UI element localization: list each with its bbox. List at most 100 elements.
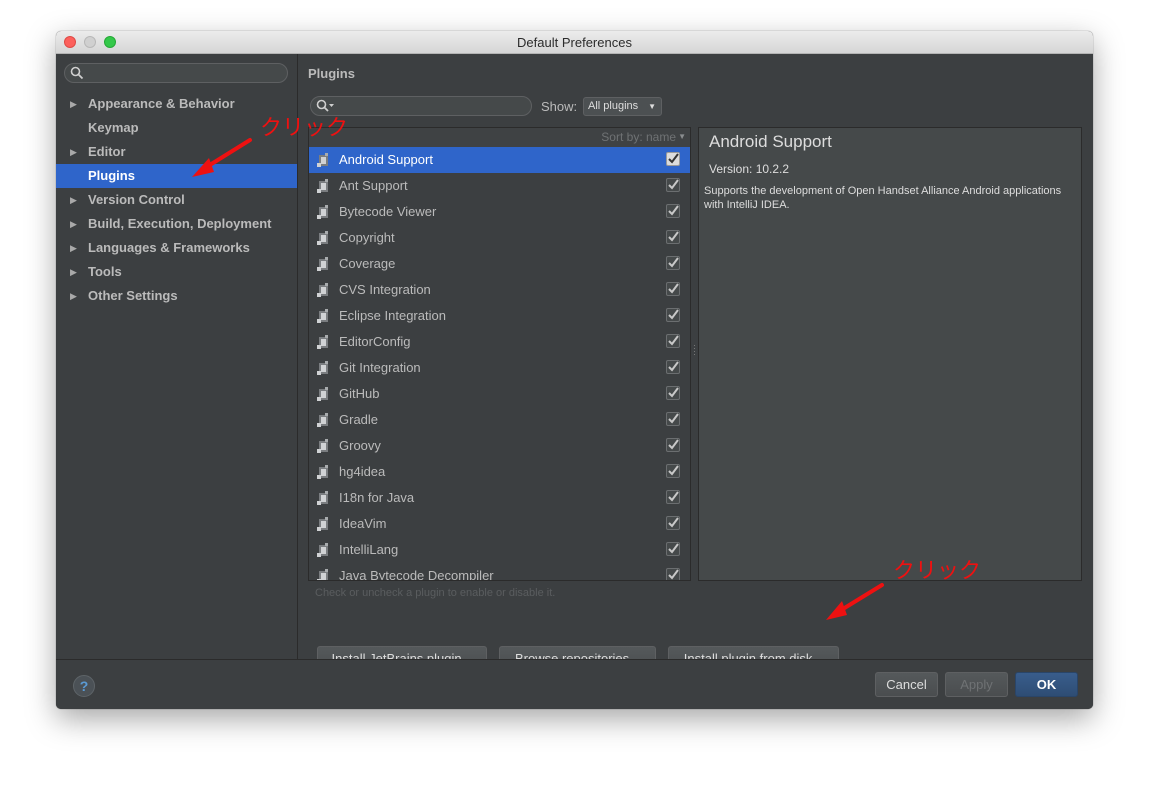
plugin-row[interactable]: Coverage	[309, 251, 690, 277]
plugin-row[interactable]: hg4idea	[309, 459, 690, 485]
sidebar-item-build-execution-deployment[interactable]: ▶ Build, Execution, Deployment	[56, 212, 297, 236]
chevron-down-icon: ▼	[678, 132, 686, 141]
sidebar-item-label: Languages & Frameworks	[88, 240, 250, 255]
plugin-row[interactable]: Groovy	[309, 433, 690, 459]
search-icon	[70, 66, 84, 80]
expand-arrow-icon[interactable]: ▶	[70, 140, 77, 164]
plugin-name: IntelliLang	[339, 542, 399, 557]
plugin-row[interactable]: Gradle	[309, 407, 690, 433]
show-label: Show:	[541, 99, 578, 114]
splitter-handle[interactable]	[693, 344, 696, 358]
expand-arrow-icon[interactable]: ▶	[70, 92, 77, 116]
plugin-details: Android Support Version: 10.2.2 Supports…	[698, 127, 1082, 581]
apply-button[interactable]: Apply	[945, 672, 1008, 697]
plugin-name: Git Integration	[339, 360, 421, 375]
plugin-name: Coverage	[339, 256, 396, 271]
expand-arrow-icon[interactable]: ▶	[70, 284, 77, 308]
expand-arrow-icon[interactable]: ▶	[70, 212, 77, 236]
plugin-row[interactable]: I18n for Java	[309, 485, 690, 511]
plugin-name: Ant Support	[339, 178, 408, 193]
sidebar-item-languages-frameworks[interactable]: ▶ Languages & Frameworks	[56, 236, 297, 260]
plugin-name: Gradle	[339, 412, 379, 427]
plugin-enable-checkbox[interactable]	[666, 152, 680, 166]
plugin-enable-checkbox[interactable]	[666, 542, 680, 556]
plugin-version: Version: 10.2.2	[709, 162, 790, 176]
sidebar-item-label: Version Control	[88, 192, 185, 207]
plugin-row[interactable]: Android Support	[309, 147, 690, 173]
plugin-enable-checkbox[interactable]	[666, 386, 680, 400]
plugin-name: Android Support	[339, 152, 433, 167]
plugin-row[interactable]: CVS Integration	[309, 277, 690, 303]
sort-label: Sort by: name	[601, 130, 676, 144]
sidebar-item-label: Other Settings	[88, 288, 178, 303]
plugin-enable-checkbox[interactable]	[666, 438, 680, 452]
sidebar-item-tools[interactable]: ▶ Tools	[56, 260, 297, 284]
plugin-row[interactable]: Git Integration	[309, 355, 690, 381]
plugin-enable-checkbox[interactable]	[666, 412, 680, 426]
plugin-enable-checkbox[interactable]	[666, 230, 680, 244]
sidebar-item-label: Keymap	[88, 120, 139, 135]
plugin-name: IdeaVim	[339, 516, 387, 531]
plugin-name: CVS Integration	[339, 282, 431, 297]
plugin-enable-checkbox[interactable]	[666, 178, 680, 192]
plugin-enable-checkbox[interactable]	[666, 516, 680, 530]
plugin-row[interactable]: Bytecode Viewer	[309, 199, 690, 225]
ok-button[interactable]: OK	[1015, 672, 1078, 697]
chevron-down-icon: ▼	[648, 102, 656, 111]
plugin-enable-checkbox[interactable]	[666, 204, 680, 218]
plugin-row[interactable]: Ant Support	[309, 173, 690, 199]
expand-arrow-icon[interactable]: ▶	[70, 236, 77, 260]
plugin-row[interactable]: Eclipse Integration	[309, 303, 690, 329]
plugin-row[interactable]: IdeaVim	[309, 511, 690, 537]
plugin-row[interactable]: GitHub	[309, 381, 690, 407]
plugin-enable-checkbox[interactable]	[666, 308, 680, 322]
plugin-enable-checkbox[interactable]	[666, 490, 680, 504]
sort-header[interactable]: Sort by: name ▼	[309, 128, 690, 147]
sidebar-item-label: Tools	[88, 264, 122, 279]
plugin-enable-checkbox[interactable]	[666, 334, 680, 348]
plugin-name: Eclipse Integration	[339, 308, 446, 323]
plugin-name: Bytecode Viewer	[339, 204, 437, 219]
sidebar-item-label: Plugins	[88, 168, 135, 183]
expand-arrow-icon[interactable]: ▶	[70, 188, 77, 212]
settings-sidebar: ▶ Appearance & Behavior Keymap ▶ Editor Plugi…	[56, 54, 298, 659]
expand-arrow-icon[interactable]: ▶	[70, 260, 77, 284]
plugin-enable-checkbox[interactable]	[666, 360, 680, 374]
plugin-name: Copyright	[339, 230, 395, 245]
plugin-description: Supports the development of Open Handset…	[704, 185, 1062, 211]
sidebar-item-plugins[interactable]: Plugins	[56, 164, 297, 188]
cancel-button[interactable]: Cancel	[875, 672, 938, 697]
plugin-list: Sort by: name ▼ Android Support Ant Suppo…	[308, 127, 691, 581]
plugin-hint: Check or uncheck a plugin to enable or d…	[315, 587, 556, 599]
plugin-name: I18n for Java	[339, 490, 415, 505]
sidebar-item-version-control[interactable]: ▶ Version Control	[56, 188, 297, 212]
plugin-enable-checkbox[interactable]	[666, 282, 680, 296]
plugin-enable-checkbox[interactable]	[666, 464, 680, 478]
plugin-enable-checkbox[interactable]	[666, 256, 680, 270]
plugin-name: Groovy	[339, 438, 381, 453]
help-button[interactable]: ?	[73, 675, 95, 697]
plugin-row[interactable]: Copyright	[309, 225, 690, 251]
plugin-enable-checkbox[interactable]	[666, 568, 680, 580]
window-title: Default Preferences	[517, 35, 632, 50]
dialog-footer: ? Cancel Apply OK	[56, 659, 1093, 709]
sidebar-item-label: Build, Execution, Deployment	[88, 216, 272, 231]
sidebar-item-other-settings[interactable]: ▶ Other Settings	[56, 284, 297, 308]
title-bar: Default Preferences	[56, 31, 1093, 54]
show-filter-dropdown[interactable]: All plugins ▼	[583, 97, 662, 116]
click-annotation-plugins: クリック	[260, 116, 349, 141]
plugin-name: Java Bytecode Decompiler	[339, 568, 494, 581]
settings-search-input[interactable]	[64, 63, 288, 83]
sidebar-item-label: Editor	[88, 144, 126, 159]
plugin-row[interactable]: Java Bytecode Decompiler	[309, 563, 690, 581]
sidebar-item-label: Appearance & Behavior	[88, 96, 235, 111]
plugin-details-title: Android Support	[709, 132, 832, 151]
section-title: Plugins	[308, 66, 355, 81]
plugin-row[interactable]: IntelliLang	[309, 537, 690, 563]
preferences-window: Default Preferences ▶ Appearance & Behavi…	[56, 31, 1093, 709]
plugin-row[interactable]: EditorConfig	[309, 329, 690, 355]
show-filter-value: All plugins	[588, 100, 639, 112]
plugin-name: hg4idea	[339, 464, 386, 479]
plugin-name: GitHub	[339, 386, 380, 401]
sidebar-item-editor[interactable]: ▶ Editor	[56, 140, 297, 164]
